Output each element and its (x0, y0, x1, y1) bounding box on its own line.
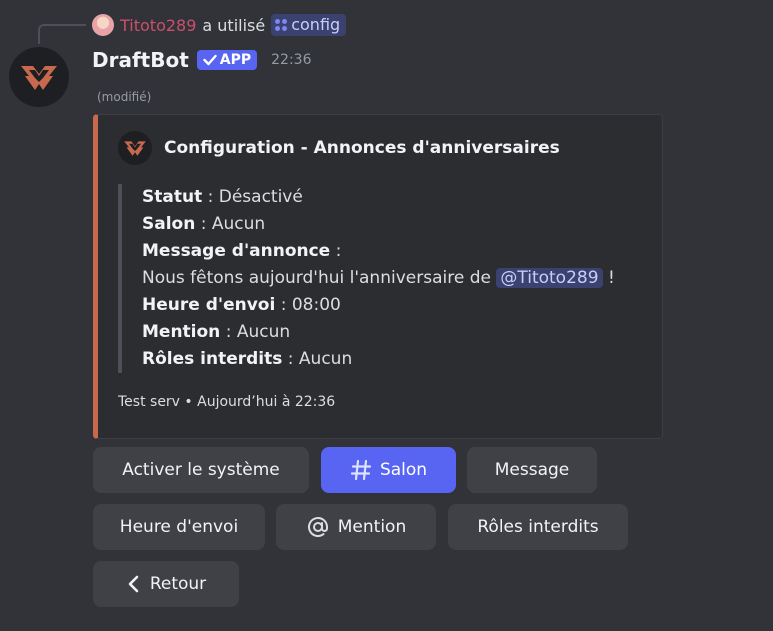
reply-connector (38, 24, 86, 44)
embed-description: Statut : Désactivé Salon : Aucun Message… (118, 184, 615, 373)
back-button[interactable]: Retour (93, 561, 239, 607)
send-time-label: Heure d'envoi (119, 517, 239, 537)
command-name: config (291, 15, 341, 34)
embed-footer: Test serv • Aujourd’hui à 22:36 (118, 394, 336, 410)
reply-username[interactable]: Titoto289 (120, 16, 196, 35)
checkmark-icon (203, 54, 217, 66)
embed-title: Configuration - Annonces d'anniversaires (164, 138, 560, 158)
chevron-left-icon (128, 575, 139, 593)
bot-name[interactable]: DraftBot (92, 48, 189, 72)
mention-button-label: Mention (337, 517, 407, 537)
activate-system-button[interactable]: Activer le système (93, 447, 309, 493)
draftbot-logo-icon (124, 141, 146, 156)
forbidden-roles-label: Rôles interdits (477, 517, 599, 537)
forbidden-roles-button[interactable]: Rôles interdits (448, 504, 628, 550)
bot-avatar[interactable] (9, 47, 69, 107)
embed: Configuration - Annonces d'anniversaires… (93, 114, 663, 439)
hashtag-icon (350, 459, 372, 481)
field-statut: Statut : Désactivé (142, 187, 303, 207)
field-salon: Salon : Aucun (142, 214, 266, 234)
activate-system-label: Activer le système (122, 460, 280, 480)
message-timestamp: 22:36 (271, 52, 312, 68)
reply-avatar[interactable] (92, 14, 114, 36)
mention-button[interactable]: Mention (276, 504, 436, 550)
edited-label: (modifié) (97, 90, 152, 104)
reply-action-text: a utilisé (202, 15, 266, 35)
message-button-label: Message (494, 460, 570, 480)
salon-button[interactable]: Salon (321, 447, 456, 493)
field-mention: Mention : Aucun (142, 322, 291, 342)
message-button[interactable]: Message (467, 447, 597, 493)
command-chip[interactable]: config (271, 14, 347, 36)
embed-author: Configuration - Annonces d'anniversaires (118, 131, 560, 165)
user-mention[interactable]: @Titoto289 (496, 268, 603, 288)
reply-context: Titoto289 a utilisé config (92, 12, 347, 38)
app-command-icon (275, 18, 288, 31)
back-button-label: Retour (149, 574, 207, 594)
field-heure: Heure d'envoi : 08:00 (142, 295, 341, 315)
draftbot-logo-icon (21, 66, 57, 90)
field-roles: Rôles interdits : Aucun (142, 349, 353, 369)
app-badge-label: APP (219, 52, 252, 68)
field-message-text: Nous fêtons aujourd'hui l'anniversaire d… (142, 268, 615, 288)
send-time-button[interactable]: Heure d'envoi (93, 504, 265, 550)
salon-button-label: Salon (379, 460, 428, 480)
embed-author-avatar (118, 131, 152, 165)
field-message-label: Message d'annonce : (142, 241, 342, 261)
app-badge: APP (196, 50, 258, 70)
message-header: DraftBot APP 22:36 (92, 48, 312, 72)
at-sign-icon (307, 516, 328, 537)
